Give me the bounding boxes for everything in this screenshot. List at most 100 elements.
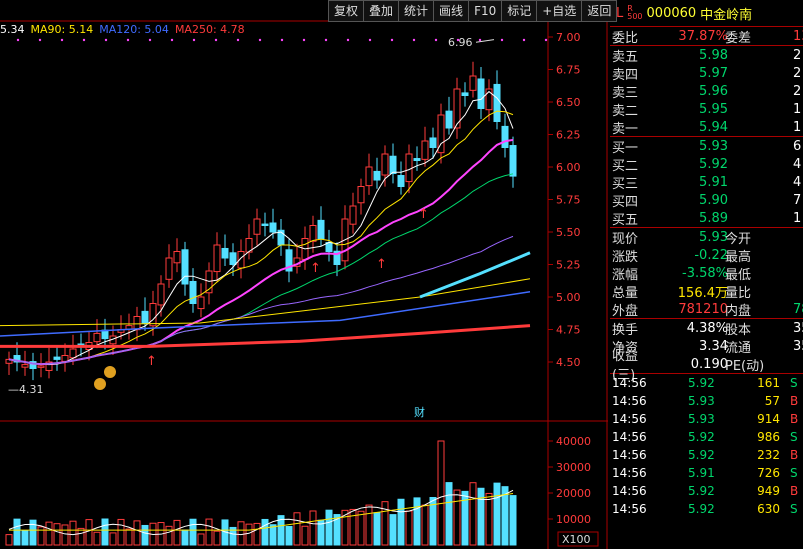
signal-arrow-icon: ↑ (146, 354, 157, 369)
order-price: 5.97 (699, 65, 728, 81)
volume-bar (469, 482, 477, 546)
volume-bar (61, 524, 69, 546)
volume-bar (165, 525, 173, 546)
quote-label: 涨幅 (612, 267, 639, 283)
volume-bar (93, 531, 101, 546)
signal-dot (368, 38, 372, 42)
candle-body (429, 137, 437, 149)
signal-dot (16, 38, 20, 42)
volume-bar (477, 487, 485, 546)
weicha-value: 13 (793, 28, 803, 44)
order-label: 卖一 (612, 121, 639, 137)
candle-body (213, 244, 221, 273)
tick-price: 5.93 (688, 394, 715, 408)
signal-dot (214, 38, 218, 42)
weibi-row: 委比 37.87% 委差 13 (610, 26, 803, 46)
signal-dot (192, 38, 196, 42)
weicha-label: 委差 (725, 30, 752, 46)
order-label: 卖四 (612, 67, 639, 83)
toolbar-button-3[interactable]: 画线 (433, 0, 470, 22)
toolbar-button-0[interactable]: 复权 (328, 0, 365, 22)
signal-dot (478, 38, 482, 42)
toolbar-button-5[interactable]: 标记 (501, 0, 538, 22)
kline-chart[interactable]: 7.00 6.75 6.50 6.25 6.00 5.75 5.50 5.25 5.00 4.75… (0, 0, 608, 549)
ma120-line (0, 291, 531, 337)
signal-dot (60, 38, 64, 42)
candle-body (133, 316, 141, 331)
volume-bar (5, 534, 13, 546)
price-tick-label: 6.25 (556, 129, 581, 142)
volume-bar (485, 492, 493, 546)
volume-bar (181, 529, 189, 546)
signal-dot (346, 38, 350, 42)
signal-dot (126, 38, 130, 42)
ma250-line (0, 324, 531, 348)
signal-dot (170, 38, 174, 42)
quote-panel: L R 500 000060 中金岭南 委比 37.87% 委差 13 卖五 5.… (610, 0, 803, 549)
stock-code: 000060 (646, 5, 697, 21)
toolbar-button-1[interactable]: 叠加 (363, 0, 400, 22)
volume-bar (77, 527, 85, 546)
order-label: 买三 (612, 176, 639, 192)
volume-bar (413, 497, 421, 546)
tick-time: 14:56 (612, 376, 647, 390)
quote-label: 涨跌 (612, 249, 639, 265)
price-tick-label: 5.75 (556, 194, 581, 207)
toolbar-button-2[interactable]: 统计 (398, 0, 435, 22)
order-label: 卖五 (612, 49, 639, 65)
volume-tick-label: 30000 (556, 461, 591, 474)
order-volume: 1 (793, 119, 802, 135)
candle-body (189, 280, 197, 304)
order-label: 买二 (612, 158, 639, 174)
volume-bar (421, 504, 429, 546)
signal-dot (236, 38, 240, 42)
candle-body (389, 155, 397, 174)
price-tick-label: 5.25 (556, 259, 581, 272)
tick-time: 14:56 (612, 430, 647, 444)
quote-label-2: 最低 (725, 267, 752, 283)
volume-bar (141, 524, 149, 546)
signal-dot (258, 38, 262, 42)
tick-list[interactable]: 14:56 5.92 161 S 14:56 5.93 57 B 14:56 5.93 914 B 14… (610, 373, 803, 518)
candle-body (69, 348, 77, 359)
tick-price: 5.93 (688, 412, 715, 426)
fund-label: 换手 (612, 322, 639, 338)
tick-time: 14:56 (612, 484, 647, 498)
order-label: 卖二 (612, 103, 639, 119)
tick-row: 14:56 5.91 726 S (610, 464, 803, 482)
order-price: 5.92 (699, 156, 728, 172)
buy-orders: 买一 5.93 6 买二 5.92 4 买三 5.91 4 买四 5.90 7 买五 5.89 1 (610, 136, 803, 228)
toolbar-button-6[interactable]: +自选 (536, 0, 583, 22)
volume-bar (85, 519, 93, 546)
volume-bar (509, 495, 517, 546)
tick-time: 14:56 (612, 466, 647, 480)
volume-bar (213, 530, 221, 546)
tick-volume: 630 (757, 502, 780, 516)
order-label: 买四 (612, 194, 639, 210)
quote-value: 156.4万 (677, 285, 728, 301)
candle-body (229, 252, 237, 265)
price-tick-label: 4.75 (556, 324, 581, 337)
candle-body (261, 223, 269, 227)
tick-side: B (790, 394, 799, 408)
quote-label-2: 今开 (725, 231, 752, 247)
quote-label-2: 量比 (725, 285, 752, 301)
tick-row: 14:56 5.92 949 B (610, 482, 803, 500)
volume-bar (69, 520, 77, 546)
toolbar-button-4[interactable]: F10 (468, 0, 503, 22)
order-volume: 1 (793, 101, 802, 117)
quote-label-2: 内盘 (725, 303, 752, 319)
tick-side: S (790, 466, 798, 480)
candle-body (173, 251, 181, 264)
volume-bar (309, 510, 317, 546)
order-price: 5.96 (699, 83, 728, 99)
tick-side: S (790, 376, 798, 390)
order-volume: 2 (793, 47, 802, 63)
quote-value: 5.93 (699, 229, 728, 245)
volume-bar (245, 523, 253, 546)
order-volume: 1 (793, 210, 802, 226)
volume-bar (293, 512, 301, 546)
order-label: 卖三 (612, 85, 639, 101)
volume-bar (189, 518, 197, 546)
volume-tick-label: 20000 (556, 487, 591, 500)
